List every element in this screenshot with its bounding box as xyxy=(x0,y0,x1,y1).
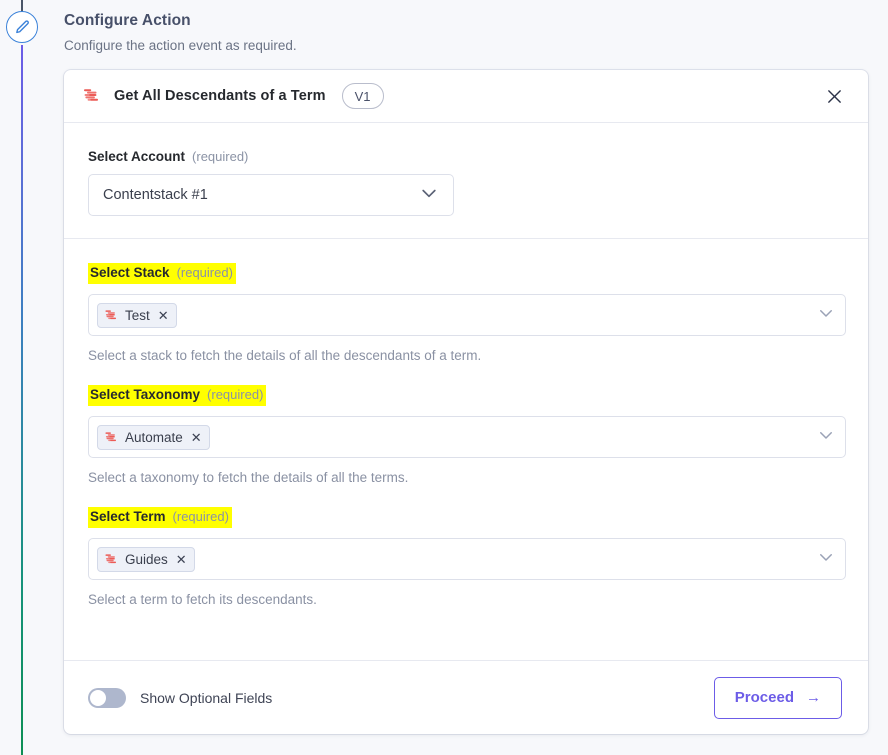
select-stack-input[interactable]: Test ✕ xyxy=(88,294,846,336)
action-config-card: Get All Descendants of a Term V1 Select … xyxy=(64,70,868,734)
field-group-select-taxonomy: Select Taxonomy (required) Automate ✕ Se… xyxy=(88,385,846,485)
select-taxonomy-highlight: Select Taxonomy (required) xyxy=(88,385,267,406)
field-group-select-stack: Select Stack (required) Test ✕ Select a … xyxy=(88,263,846,363)
chip-taxonomy[interactable]: Automate ✕ xyxy=(97,424,210,450)
account-section: Select Account (required) Contentstack #… xyxy=(64,123,868,239)
proceed-button[interactable]: Proceed → xyxy=(713,676,842,719)
select-taxonomy-label-row: Select Taxonomy (required) xyxy=(88,385,846,406)
close-small-icon[interactable]: ✕ xyxy=(176,553,187,566)
select-term-helper: Select a term to fetch its descendants. xyxy=(88,592,317,607)
chip-stack[interactable]: Test ✕ xyxy=(97,302,177,328)
select-stack-label-row: Select Stack (required) xyxy=(88,263,846,284)
field-group-select-term: Select Term (required) Guides ✕ Select a… xyxy=(88,507,846,607)
page-heading: Configure Action Configure the action ev… xyxy=(64,12,764,53)
account-select[interactable]: Contentstack #1 xyxy=(88,174,454,216)
contentstack-logo-icon xyxy=(105,309,116,319)
toggle-knob xyxy=(90,689,106,706)
select-taxonomy-input[interactable]: Automate ✕ xyxy=(88,416,846,458)
chevron-down-icon xyxy=(817,304,835,327)
select-term-label-row: Select Term (required) xyxy=(88,507,846,528)
account-selected-value: Contentstack #1 xyxy=(103,187,208,203)
select-stack-helper: Select a stack to fetch the details of a… xyxy=(88,348,482,363)
show-optional-fields-label: Show Optional Fields xyxy=(140,689,273,706)
chip-term-label: Guides xyxy=(125,551,168,567)
workflow-rail xyxy=(0,0,44,755)
select-term-highlight: Select Term (required) xyxy=(88,507,232,528)
chevron-down-icon xyxy=(419,183,439,208)
card-footer: Show Optional Fields Proceed → xyxy=(64,660,868,734)
show-optional-fields-toggle[interactable] xyxy=(88,687,126,708)
select-stack-label: Select Stack xyxy=(90,265,170,280)
contentstack-logo-icon xyxy=(84,89,98,101)
select-taxonomy-label: Select Taxonomy xyxy=(90,387,201,402)
pencil-edit-icon[interactable] xyxy=(6,11,38,43)
page-title: Configure Action xyxy=(64,12,191,29)
proceed-button-label: Proceed xyxy=(734,689,794,706)
rail-gradient-line xyxy=(21,45,23,755)
card-header: Get All Descendants of a Term V1 xyxy=(64,70,868,123)
select-stack-highlight: Select Stack (required) xyxy=(88,263,236,284)
close-small-icon[interactable]: ✕ xyxy=(158,309,169,322)
card-title: Get All Descendants of a Term xyxy=(114,88,326,104)
contentstack-logo-icon xyxy=(105,553,116,563)
contentstack-logo-icon xyxy=(105,431,116,441)
version-badge: V1 xyxy=(341,83,384,109)
arrow-right-icon: → xyxy=(806,689,821,706)
page-subtitle: Configure the action event as required. xyxy=(64,38,297,53)
select-stack-required-tag: (required) xyxy=(176,265,233,280)
chevron-down-icon xyxy=(817,548,835,571)
chevron-down-icon xyxy=(817,426,835,449)
chip-taxonomy-label: Automate xyxy=(125,429,183,445)
close-icon[interactable] xyxy=(820,82,848,110)
select-term-input[interactable]: Guides ✕ xyxy=(88,538,846,580)
select-term-label: Select Term xyxy=(90,509,166,524)
chip-term[interactable]: Guides ✕ xyxy=(97,546,195,572)
select-taxonomy-required-tag: (required) xyxy=(207,387,264,402)
account-required-tag: (required) xyxy=(192,149,249,164)
select-taxonomy-helper: Select a taxonomy to fetch the details o… xyxy=(88,470,409,485)
chip-stack-label: Test xyxy=(125,307,150,323)
account-label-row: Select Account (required) xyxy=(88,149,868,164)
card-body: Select Stack (required) Test ✕ Select a … xyxy=(64,239,868,660)
select-term-required-tag: (required) xyxy=(172,509,229,524)
close-small-icon[interactable]: ✕ xyxy=(191,431,202,444)
account-label: Select Account xyxy=(88,149,186,164)
